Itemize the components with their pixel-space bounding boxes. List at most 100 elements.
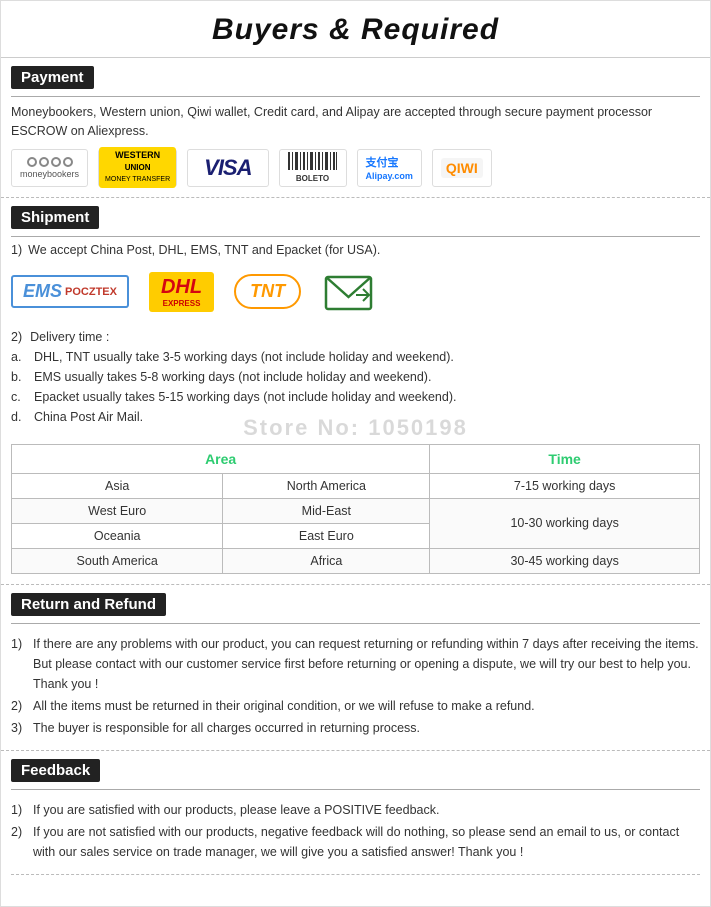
delivery-label-d: d.: [11, 407, 26, 427]
feedback-item-2: 2) If you are not satisfied with our pro…: [11, 822, 700, 862]
table-row: Asia North America 7-15 working days: [12, 473, 700, 498]
table-cell-mid-east: Mid-East: [223, 498, 430, 523]
alipay-label: 支付宝Alipay.com: [366, 154, 413, 182]
delivery-text-d: China Post Air Mail.: [34, 407, 143, 427]
bottom-divider: [11, 874, 700, 875]
delivery-list: 2) Delivery time : a. DHL, TNT usually t…: [11, 327, 700, 427]
return-header: Return and Refund: [11, 593, 166, 616]
table-cell-oceania: Oceania: [12, 523, 223, 548]
feedback-num-1: 1): [11, 800, 27, 820]
delivery-item-a: a. DHL, TNT usually take 3-5 working day…: [11, 347, 700, 367]
shipment-carriers: EMS POCZTEX DHL EXPRESS TNT: [11, 267, 700, 317]
table-header-time: Time: [430, 444, 700, 473]
return-item-1: 1) If there are any problems with our pr…: [11, 634, 700, 694]
payment-section: Payment Moneybookers, Western union, Qiw…: [1, 58, 710, 198]
circle3: [51, 157, 61, 167]
feedback-list: 1) If you are satisfied with our product…: [11, 800, 700, 862]
table-cell-time2: 10-30 working days: [430, 498, 700, 548]
ems-label: EMS: [23, 281, 62, 302]
return-section: Return and Refund 1) If there are any pr…: [1, 585, 710, 751]
payment-text: Moneybookers, Western union, Qiwi wallet…: [11, 103, 700, 141]
table-row: West Euro Mid-East 10-30 working days: [12, 498, 700, 523]
feedback-header: Feedback: [11, 759, 100, 782]
circle1: [27, 157, 37, 167]
table-header-area: Area: [12, 444, 430, 473]
wu-label1: WESTERN: [115, 150, 160, 160]
feedback-item-1: 1) If you are satisfied with our product…: [11, 800, 700, 820]
carrier-tnt: TNT: [234, 274, 301, 309]
logo-western-union: WESTERN UNION MONEY TRANSFER: [98, 149, 177, 187]
payment-divider: [11, 96, 700, 97]
feedback-num-2: 2): [11, 822, 27, 862]
delivery-item-d: d. China Post Air Mail.: [11, 407, 700, 427]
payment-logos: moneybookers WESTERN UNION MONEY TRANSFE…: [11, 149, 700, 187]
shipment-intro: 1) We accept China Post, DHL, EMS, TNT a…: [11, 243, 700, 257]
logo-boleto: BOLETO: [279, 149, 347, 187]
return-text-1: If there are any problems with our produ…: [33, 634, 700, 694]
return-divider: [11, 623, 700, 624]
return-text-2: All the items must be returned in their …: [33, 696, 535, 716]
feedback-section: Feedback 1) If you are satisfied with ou…: [1, 751, 710, 874]
feedback-text-2: If you are not satisfied with our produc…: [33, 822, 700, 862]
table-cell-asia: Asia: [12, 473, 223, 498]
payment-header: Payment: [11, 66, 94, 89]
return-num-1: 1): [11, 634, 27, 694]
delivery-header: 2) Delivery time :: [11, 327, 700, 347]
return-item-2: 2) All the items must be returned in the…: [11, 696, 700, 716]
delivery-item-b: b. EMS usually takes 5-8 working days (n…: [11, 367, 700, 387]
delivery-text-b: EMS usually takes 5-8 working days (not …: [34, 367, 431, 387]
return-text-3: The buyer is responsible for all charges…: [33, 718, 420, 738]
dhl-label: DHL: [161, 276, 202, 299]
shipment-divider: [11, 236, 700, 237]
logo-visa: VISA: [187, 149, 268, 187]
logo-qiwi: QIWI: [432, 149, 492, 187]
delivery-text-a: DHL, TNT usually take 3-5 working days (…: [34, 347, 454, 367]
delivery-header-text: 2): [11, 327, 22, 347]
circle4: [63, 157, 73, 167]
delivery-item-c: c. Epacket usually takes 5-15 working da…: [11, 387, 700, 407]
logo-moneybookers: moneybookers: [11, 149, 88, 187]
shipment-intro-num: 1): [11, 243, 22, 257]
moneybookers-label: moneybookers: [20, 169, 79, 179]
qiwi-label: QIWI: [441, 158, 483, 178]
delivery-text-c: Epacket usually takes 5-15 working days …: [34, 387, 456, 407]
carrier-ems: EMS POCZTEX: [11, 275, 129, 308]
pocztex-label: POCZTEX: [65, 286, 117, 298]
feedback-text-1: If you are satisfied with our products, …: [33, 800, 439, 820]
table-cell-time1: 7-15 working days: [430, 473, 700, 498]
return-num-3: 3): [11, 718, 27, 738]
table-cell-south-america: South America: [12, 548, 223, 573]
return-item-3: 3) The buyer is responsible for all char…: [11, 718, 700, 738]
table-cell-north-america: North America: [223, 473, 430, 498]
carrier-chinapost: [321, 267, 376, 317]
tnt-label: TNT: [250, 281, 285, 301]
table-cell-west-euro: West Euro: [12, 498, 223, 523]
delivery-label-c: c.: [11, 387, 26, 407]
page-title: Buyers & Required: [1, 1, 710, 58]
barcode-icon: [288, 152, 338, 174]
chinapost-icon: [321, 267, 376, 317]
wu-label2: UNION: [125, 163, 151, 172]
delivery-header-label: Delivery time :: [30, 327, 109, 347]
shipment-header: Shipment: [11, 206, 99, 229]
table-cell-time4: 30-45 working days: [430, 548, 700, 573]
delivery-label-b: b.: [11, 367, 26, 387]
shipment-intro-text: We accept China Post, DHL, EMS, TNT and …: [28, 243, 380, 257]
carrier-dhl: DHL EXPRESS: [149, 272, 214, 312]
shipping-table: Area Time Asia North America 7-15 workin…: [11, 444, 700, 574]
boleto-label: BOLETO: [296, 174, 329, 183]
feedback-divider: [11, 789, 700, 790]
return-num-2: 2): [11, 696, 27, 716]
wu-label3: MONEY TRANSFER: [105, 176, 170, 183]
page-wrapper: Buyers & Required Payment Moneybookers, …: [0, 0, 711, 907]
visa-label: VISA: [196, 155, 259, 181]
table-cell-east-euro: East Euro: [223, 523, 430, 548]
table-cell-africa: Africa: [223, 548, 430, 573]
return-list: 1) If there are any problems with our pr…: [11, 634, 700, 738]
delivery-label-a: a.: [11, 347, 26, 367]
table-row: South America Africa 30-45 working days: [12, 548, 700, 573]
dhl-express-label: EXPRESS: [163, 299, 201, 308]
circle2: [39, 157, 49, 167]
shipment-section: Shipment 1) We accept China Post, DHL, E…: [1, 198, 710, 585]
logo-alipay: 支付宝Alipay.com: [357, 149, 422, 187]
